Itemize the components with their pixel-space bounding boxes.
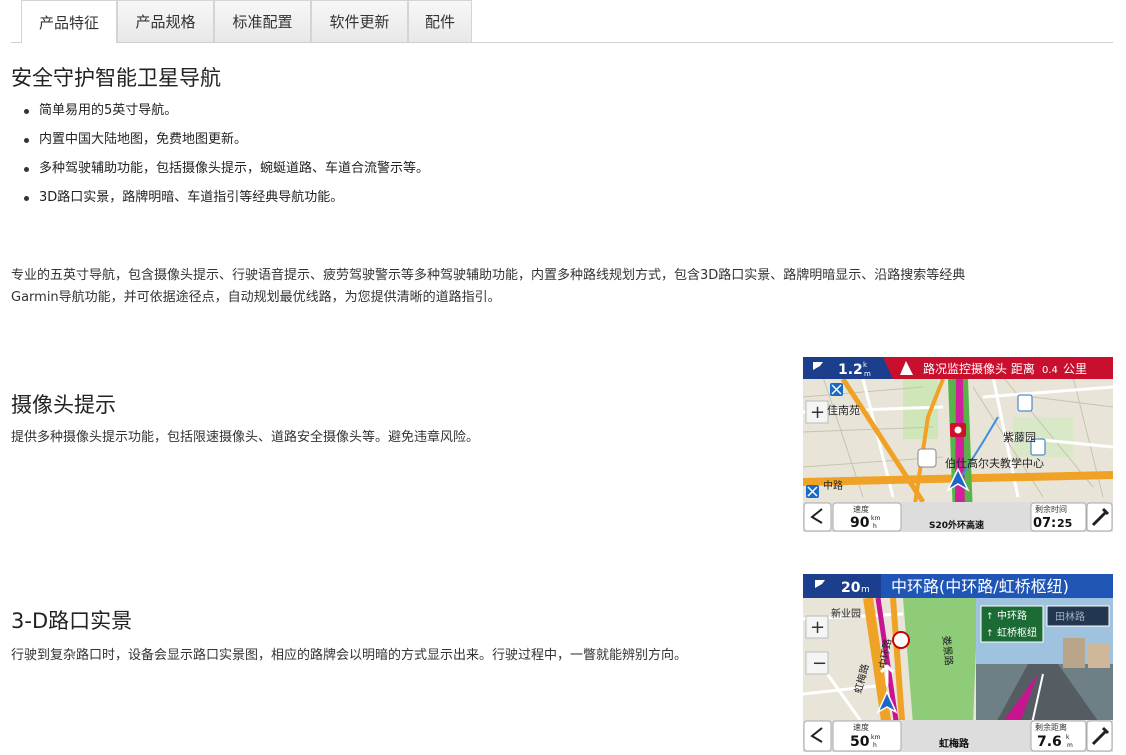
camera-description: 提供多种摄像头提示功能，包括限速摄像头、道路安全摄像头等。避免违章风险。: [11, 430, 480, 445]
svg-text:佳南苑: 佳南苑: [827, 403, 860, 417]
svg-text:−: −: [812, 653, 827, 674]
junction-description: 行驶到复杂路口时，设备会显示路口实景图，相应的路牌会以明暗的方式显示出来。行驶过…: [11, 648, 688, 663]
turn-distance: 1.2: [838, 362, 863, 378]
svg-text:50: 50: [850, 734, 870, 750]
intro-line: 专业的五英寸导航，包含摄像头提示、行驶语音提示、疲劳驾驶警示等多种驾驶辅助功能，…: [11, 268, 966, 283]
svg-text:剩余时间: 剩余时间: [1035, 504, 1067, 514]
camera-alert-screenshot: + 1.2 k m 路况监控摄像头 距离 0.4 公里 佳南苑 紫藤园 伯仕高尔…: [803, 357, 1113, 532]
feature-list: 简单易用的5英寸导航。 内置中国大陆地图，免费地图更新。 多种驾驶辅助功能，包括…: [24, 102, 429, 218]
junction-road-header: 中环路(中环路/虹桥枢纽): [891, 577, 1069, 596]
svg-text:↑: ↑: [986, 629, 994, 639]
list-item: 多种驾驶辅助功能，包括摄像头提示，蜿蜒道路、车道合流警示等。: [24, 160, 429, 189]
svg-text:田林路: 田林路: [1055, 610, 1085, 623]
intro-paragraph: 专业的五英寸导航，包含摄像头提示、行驶语音提示、疲劳驾驶警示等多种驾驶辅助功能，…: [11, 265, 1111, 309]
svg-text:中环路: 中环路: [997, 609, 1027, 622]
svg-text:S20外环高速: S20外环高速: [929, 519, 984, 531]
svg-text:km: km: [871, 515, 880, 522]
svg-text:剩余距离: 剩余距离: [1035, 722, 1067, 732]
svg-text:0.4: 0.4: [1042, 365, 1058, 376]
svg-text:紫藤园: 紫藤园: [1003, 431, 1036, 444]
svg-text:h: h: [873, 742, 877, 749]
list-item: 3D路口实景，路牌明暗、车道指引等经典导航功能。: [24, 189, 429, 218]
list-item: 内置中国大陆地图，免费地图更新。: [24, 131, 429, 160]
section-title-camera: 摄像头提示: [11, 393, 116, 417]
svg-text:速度: 速度: [853, 504, 869, 514]
svg-text:速度: 速度: [853, 722, 869, 732]
svg-text:25: 25: [1057, 517, 1072, 530]
section-title-3d-junction: 3-D路口实景: [11, 609, 133, 633]
section-title-navigation: 安全守护智能卫星导航: [11, 66, 221, 90]
tab-features[interactable]: 产品特征: [21, 0, 117, 43]
product-tabs: 产品特征 产品规格 标准配置 软件更新 配件: [11, 0, 1113, 43]
svg-text:90: 90: [850, 515, 870, 531]
svg-text:虹桥枢纽: 虹桥枢纽: [997, 626, 1037, 639]
list-item: 简单易用的5英寸导航。: [24, 102, 429, 131]
svg-text:20: 20: [841, 580, 861, 596]
camera-alert-text: 路况监控摄像头 距离: [923, 361, 1035, 376]
svg-text:m: m: [861, 585, 870, 595]
svg-text:虹梅路: 虹梅路: [939, 737, 970, 750]
svg-text:新业园: 新业园: [831, 607, 861, 620]
tab-standard-config[interactable]: 标准配置: [214, 0, 311, 42]
tab-accessories[interactable]: 配件: [408, 0, 472, 42]
svg-text:k: k: [1066, 734, 1070, 741]
svg-text:+: +: [810, 617, 825, 638]
svg-text:↑: ↑: [986, 612, 994, 622]
svg-text:h: h: [873, 523, 877, 530]
svg-text:+: +: [810, 402, 825, 423]
svg-text:7.6: 7.6: [1037, 734, 1062, 750]
svg-text:07: 07: [1033, 516, 1051, 531]
svg-text:伯仕高尔夫教学中心: 伯仕高尔夫教学中心: [945, 456, 1044, 470]
svg-text:m: m: [864, 370, 871, 378]
svg-text:中路: 中路: [823, 479, 843, 492]
junction-view-screenshot: + − 新业园 中环路 虹梅路 娄景路 ↑ 中环路 ↑ 虹桥枢纽 田林路 20 …: [803, 574, 1113, 752]
intro-line: Garmin导航功能，并可依据途径点，自动规划最优线路，为您提供清晰的道路指引。: [11, 290, 501, 305]
svg-text:km: km: [871, 734, 880, 741]
tab-specs[interactable]: 产品规格: [117, 0, 214, 42]
svg-text::: :: [1051, 516, 1056, 531]
svg-text:m: m: [1067, 742, 1073, 749]
svg-text:公里: 公里: [1063, 362, 1087, 376]
tab-software-update[interactable]: 软件更新: [311, 0, 408, 42]
